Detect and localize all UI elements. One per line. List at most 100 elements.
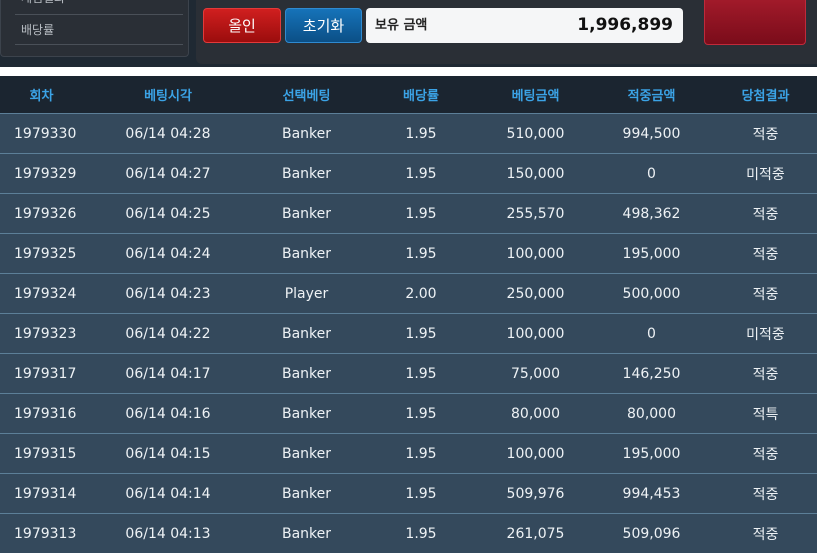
header-pick: 선택베팅: [253, 76, 360, 114]
table-row: 1979330 06/14 04:28 Banker 1.95 510,000 994,5…: [0, 113, 817, 154]
pick-cell: Banker: [253, 233, 360, 274]
odds-cell: 1.95: [360, 193, 482, 234]
win-amount-cell: 994,500: [589, 113, 714, 154]
pick-cell: Banker: [253, 113, 360, 154]
result-cell: 적중: [714, 233, 817, 274]
win-amount-cell: 0: [589, 153, 714, 194]
odds-cell: 1.95: [360, 153, 482, 194]
header-win-amount: 적중금액: [589, 76, 714, 114]
win-amount-cell: 195,000: [589, 433, 714, 474]
round-cell: 1979323: [0, 313, 83, 354]
pick-cell: Banker: [253, 193, 360, 234]
bet-time-cell: 06/14 04:28: [83, 113, 253, 154]
pick-cell: Banker: [253, 313, 360, 354]
bet-amount-cell: 509,976: [482, 473, 589, 514]
reset-button[interactable]: 초기화: [285, 8, 362, 43]
bet-time-cell: 06/14 04:13: [83, 513, 253, 553]
table-row: 1979314 06/14 04:14 Banker 1.95 509,976 994,4…: [0, 473, 817, 514]
odds-cell: 1.95: [360, 113, 482, 154]
table-row: 1979313 06/14 04:13 Banker 1.95 261,075 509,0…: [0, 513, 817, 553]
bet-time-cell: 06/14 04:22: [83, 313, 253, 354]
pick-cell: Banker: [253, 153, 360, 194]
pick-cell: Banker: [253, 473, 360, 514]
win-amount-cell: 500,000: [589, 273, 714, 314]
result-cell: 미적중: [714, 313, 817, 354]
pick-cell: Banker: [253, 433, 360, 474]
round-cell: 1979325: [0, 233, 83, 274]
top-bar: 게임결과 배당률 올인 초기화 보유 금액 1,996,899: [0, 0, 817, 67]
round-cell: 1979317: [0, 353, 83, 394]
round-cell: 1979314: [0, 473, 83, 514]
bet-amount-cell: 250,000: [482, 273, 589, 314]
sidebar-item-odds[interactable]: 배당률: [15, 16, 183, 45]
bet-time-cell: 06/14 04:25: [83, 193, 253, 234]
table-row: 1979315 06/14 04:15 Banker 1.95 100,000 195,0…: [0, 433, 817, 474]
bet-confirm-button[interactable]: [704, 0, 806, 45]
table-row: 1979326 06/14 04:25 Banker 1.95 255,570 498,3…: [0, 193, 817, 234]
table-row: 1979317 06/14 04:17 Banker 1.95 75,000 146,25…: [0, 353, 817, 394]
result-cell: 미적중: [714, 153, 817, 194]
pick-cell: Banker: [253, 513, 360, 553]
bet-time-cell: 06/14 04:23: [83, 273, 253, 314]
bet-amount-cell: 80,000: [482, 393, 589, 434]
sidebar-panel: 게임결과 배당률: [0, 0, 189, 57]
win-amount-cell: 509,096: [589, 513, 714, 553]
win-amount-cell: 146,250: [589, 353, 714, 394]
bet-control-area: 올인 초기화 보유 금액 1,996,899: [196, 0, 817, 64]
table-row: 1979316 06/14 04:16 Banker 1.95 80,000 80,000…: [0, 393, 817, 434]
round-cell: 1979330: [0, 113, 83, 154]
balance-box: 보유 금액 1,996,899: [366, 8, 683, 43]
bet-amount-cell: 100,000: [482, 313, 589, 354]
bet-time-cell: 06/14 04:17: [83, 353, 253, 394]
bet-history-table: 회차 베팅시각 선택베팅 배당률 베팅금액 적중금액 당첨결과 1979330 0…: [0, 76, 817, 553]
win-amount-cell: 0: [589, 313, 714, 354]
round-cell: 1979324: [0, 273, 83, 314]
win-amount-cell: 498,362: [589, 193, 714, 234]
bet-amount-cell: 100,000: [482, 233, 589, 274]
odds-cell: 1.95: [360, 353, 482, 394]
pick-cell: Banker: [253, 353, 360, 394]
odds-cell: 1.95: [360, 313, 482, 354]
bet-amount-cell: 75,000: [482, 353, 589, 394]
odds-cell: 2.00: [360, 273, 482, 314]
result-cell: 적중: [714, 273, 817, 314]
balance-label: 보유 금액: [375, 18, 428, 33]
bet-amount-cell: 261,075: [482, 513, 589, 553]
result-cell: 적중: [714, 473, 817, 514]
result-cell: 적중: [714, 193, 817, 234]
odds-cell: 1.95: [360, 473, 482, 514]
bet-amount-cell: 255,570: [482, 193, 589, 234]
bet-time-cell: 06/14 04:24: [83, 233, 253, 274]
header-bet-time: 베팅시각: [83, 76, 253, 114]
result-cell: 적중: [714, 513, 817, 553]
header-bet-amount: 베팅금액: [482, 76, 589, 114]
bet-time-cell: 06/14 04:15: [83, 433, 253, 474]
odds-cell: 1.95: [360, 233, 482, 274]
bet-time-cell: 06/14 04:14: [83, 473, 253, 514]
round-cell: 1979313: [0, 513, 83, 553]
result-cell: 적중: [714, 113, 817, 154]
sidebar-item-game-result[interactable]: 게임결과: [15, 0, 183, 15]
table-row: 1979323 06/14 04:22 Banker 1.95 100,000 0 미적중: [0, 313, 817, 354]
win-amount-cell: 195,000: [589, 233, 714, 274]
round-cell: 1979316: [0, 393, 83, 434]
table-row: 1979329 06/14 04:27 Banker 1.95 150,000 0 미적중: [0, 153, 817, 194]
bet-time-cell: 06/14 04:16: [83, 393, 253, 434]
allin-button[interactable]: 올인: [203, 8, 281, 43]
round-cell: 1979329: [0, 153, 83, 194]
pick-cell: Banker: [253, 393, 360, 434]
header-round: 회차: [0, 76, 83, 114]
bet-time-cell: 06/14 04:27: [83, 153, 253, 194]
odds-cell: 1.95: [360, 433, 482, 474]
bet-amount-cell: 100,000: [482, 433, 589, 474]
round-cell: 1979326: [0, 193, 83, 234]
win-amount-cell: 994,453: [589, 473, 714, 514]
table-row: 1979324 06/14 04:23 Player 2.00 250,000 500,0…: [0, 273, 817, 314]
win-amount-cell: 80,000: [589, 393, 714, 434]
header-odds: 배당률: [360, 76, 482, 114]
table-header-row: 회차 베팅시각 선택베팅 배당률 베팅금액 적중금액 당첨결과: [0, 76, 817, 114]
bet-amount-cell: 510,000: [482, 113, 589, 154]
divider: [0, 67, 817, 76]
balance-value: 1,996,899: [577, 15, 673, 35]
bet-amount-cell: 150,000: [482, 153, 589, 194]
